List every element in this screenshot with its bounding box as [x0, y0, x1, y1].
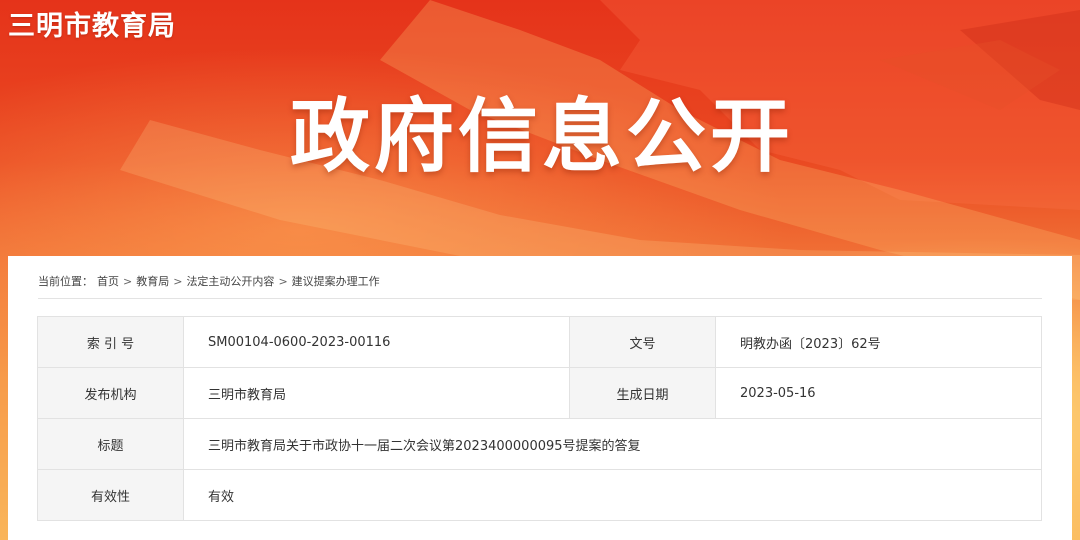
date-value: 2023-05-16 — [715, 367, 1042, 419]
table-row: 索 引 号 SM00104-0600-2023-00116 文号 明教办函〔20… — [37, 316, 1042, 368]
publisher-label: 发布机构 — [37, 367, 184, 419]
breadcrumb-prefix: 当前位置： — [38, 275, 93, 288]
index-no-value: SM00104-0600-2023-00116 — [183, 316, 570, 368]
title-label: 标题 — [37, 418, 184, 470]
breadcrumb-proposal-handling[interactable]: 建议提案办理工作 — [292, 275, 380, 288]
table-row: 有效性 有效 — [37, 469, 1042, 521]
validity-label: 有效性 — [37, 469, 184, 521]
breadcrumb-divider — [38, 298, 1042, 299]
publisher-value: 三明市教育局 — [183, 367, 570, 419]
banner-title: 政府信息公开 — [290, 90, 794, 183]
site-logo-text[interactable]: 三明市教育局 — [8, 4, 176, 43]
doc-no-value: 明教办函〔2023〕62号 — [715, 316, 1042, 368]
doc-no-label: 文号 — [569, 316, 716, 368]
breadcrumb: 当前位置： 首页 > 教育局 > 法定主动公开内容 > 建议提案办理工作 — [38, 273, 384, 289]
index-no-label: 索 引 号 — [37, 316, 184, 368]
breadcrumb-home[interactable]: 首页 — [97, 275, 119, 288]
document-meta-table: 索 引 号 SM00104-0600-2023-00116 文号 明教办函〔20… — [37, 316, 1042, 521]
content-panel: 当前位置： 首页 > 教育局 > 法定主动公开内容 > 建议提案办理工作 索 引 号 SM00… — [8, 256, 1072, 540]
breadcrumb-separator: > — [173, 275, 183, 288]
date-label: 生成日期 — [569, 367, 716, 419]
title-value: 三明市教育局关于市政协十一届二次会议第2023400000095号提案的答复 — [183, 418, 1042, 470]
breadcrumb-separator: > — [123, 275, 133, 288]
validity-value: 有效 — [183, 469, 1042, 521]
table-row: 发布机构 三明市教育局 生成日期 2023-05-16 — [37, 367, 1042, 419]
table-row: 标题 三明市教育局关于市政协十一届二次会议第2023400000095号提案的答… — [37, 418, 1042, 470]
breadcrumb-separator: > — [278, 275, 288, 288]
breadcrumb-statutory-disclosure[interactable]: 法定主动公开内容 — [186, 275, 274, 288]
breadcrumb-education-bureau[interactable]: 教育局 — [136, 275, 169, 288]
